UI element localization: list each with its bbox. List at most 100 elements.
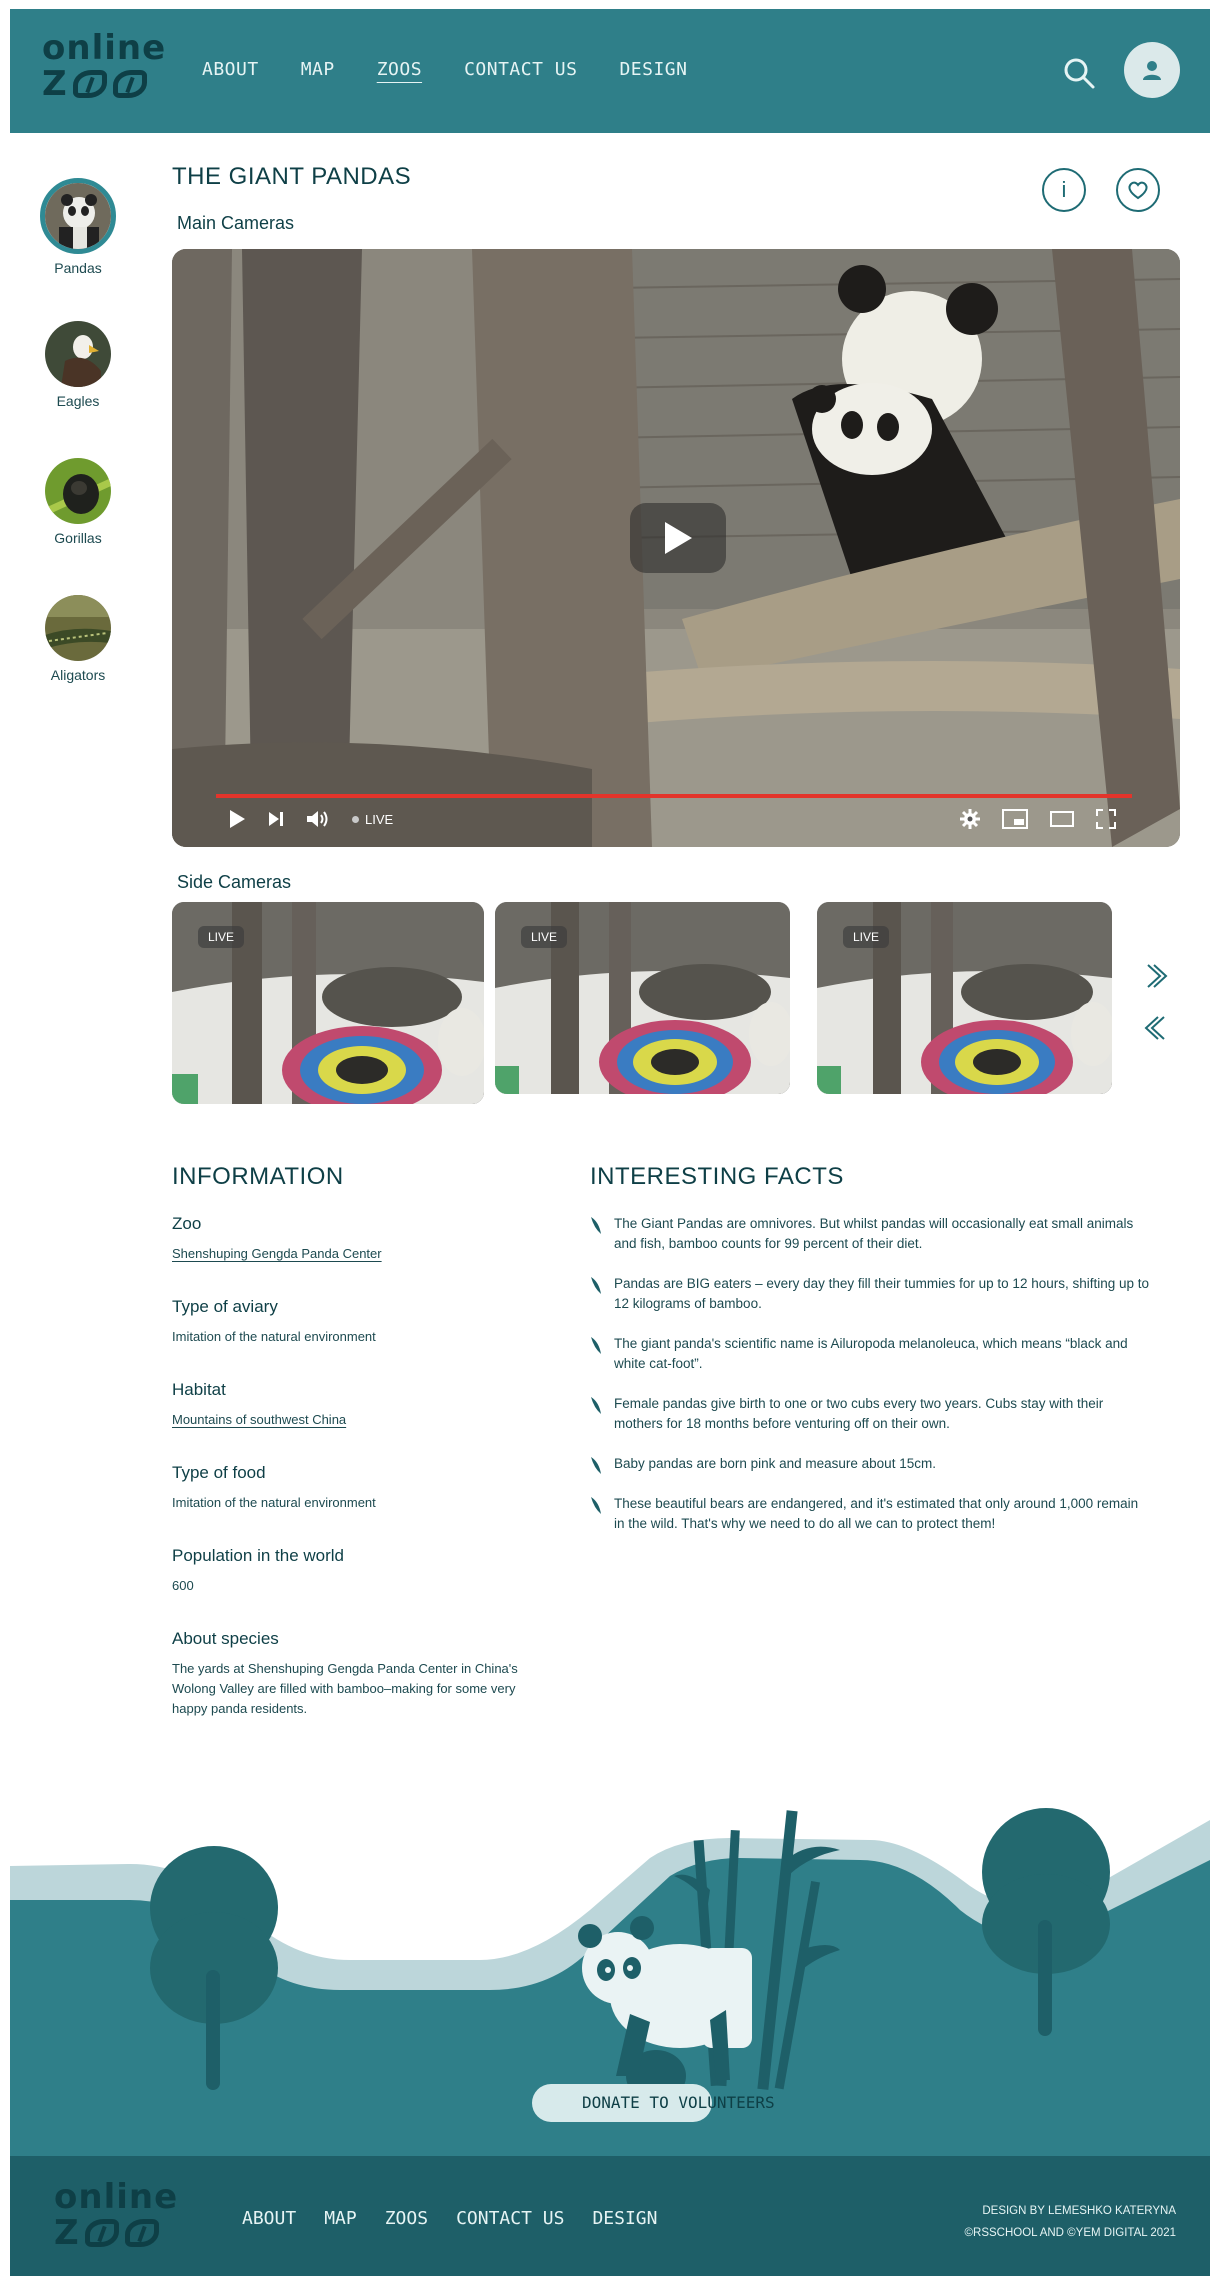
info-value: Imitation of the natural environment — [172, 1495, 376, 1510]
fact-item: Female pandas give birth to one or two c… — [590, 1394, 1150, 1434]
information-title: INFORMATION — [172, 1163, 344, 1190]
leaf-bullet-icon — [591, 1397, 601, 1414]
site-logo[interactable]: online Z — [42, 31, 166, 101]
pandas-thumbnail — [40, 178, 116, 254]
leaf-bullet-icon — [591, 1217, 601, 1234]
play-icon[interactable] — [228, 809, 246, 829]
fact-item: Baby pandas are born pink and measure ab… — [590, 1454, 1150, 1476]
copyright-text: ©RSSCHOOL AND ©YEM DIGITAL 2021 — [964, 2227, 1176, 2239]
nav-zoos[interactable]: ZOOS — [377, 59, 422, 80]
volume-icon[interactable] — [306, 809, 330, 829]
info-label: Type of aviary — [172, 1297, 278, 1316]
settings-gear-icon[interactable] — [960, 809, 980, 829]
double-chevron-right-icon — [1147, 964, 1168, 988]
fact-text: The giant panda's scientific name is Ail… — [614, 1336, 1128, 1371]
prev-camera-button[interactable] — [1142, 1014, 1170, 1042]
sidebar-item-label: Pandas — [54, 260, 102, 276]
miniplayer-icon[interactable] — [1002, 809, 1028, 829]
nav-map[interactable]: MAP — [301, 59, 335, 80]
logo-text-bottom: Z — [42, 64, 67, 104]
leaf-bullet-icon — [591, 1497, 601, 1514]
footer-nav-about[interactable]: ABOUT — [242, 2208, 296, 2229]
user-icon — [1143, 61, 1161, 80]
leaf-bullet-icon — [591, 1337, 601, 1354]
gorillas-thumbnail — [45, 458, 111, 524]
fact-item: Pandas are BIG eaters – every day they f… — [590, 1274, 1150, 1314]
footer-nav-map[interactable]: MAP — [324, 2208, 357, 2229]
sidebar-item-aligators[interactable]: Aligators — [30, 595, 126, 683]
fact-text: Pandas are BIG eaters – every day they f… — [614, 1276, 1150, 1311]
donate-label[interactable]: DONATE TO VOLUNTEERS — [582, 2093, 775, 2112]
fact-item: The Giant Pandas are omnivores. But whil… — [590, 1214, 1150, 1254]
aligators-thumbnail — [45, 595, 111, 661]
logo-text-bottom: Z — [54, 2213, 79, 2253]
play-icon — [665, 522, 692, 554]
side-cameras-label: Side Cameras — [177, 872, 292, 892]
play-button[interactable] — [630, 503, 726, 573]
info-label: Habitat — [172, 1380, 226, 1399]
leaf-icon — [112, 70, 147, 98]
info-value: 600 — [172, 1578, 194, 1593]
sidebar-item-pandas[interactable]: Pandas — [30, 178, 126, 276]
page-title: THE GIANT PANDAS — [172, 163, 412, 190]
leaf-bullet-icon — [591, 1457, 601, 1474]
design-credit: DESIGN BY LEMESHKO KATERYNA — [982, 2205, 1176, 2217]
info-value-link[interactable]: Mountains of southwest China — [172, 1410, 532, 1430]
footer-nav-design[interactable]: DESIGN — [592, 2208, 657, 2229]
sidebar-item-gorillas[interactable]: Gorillas — [30, 458, 126, 546]
footer-nav-zoos[interactable]: ZOOS — [385, 2208, 428, 2229]
sidebar-item-label: Gorillas — [54, 530, 102, 546]
site-footer: online Z ABOUT MAP ZOOS CONTACT US DESIG… — [10, 2156, 1210, 2276]
double-chevron-left-icon — [1144, 1016, 1165, 1040]
favorite-button[interactable] — [1116, 168, 1160, 212]
site-header: online Z ABOUT MAP ZOOS CONTACT US DESIG… — [10, 9, 1210, 133]
user-avatar-button[interactable] — [1124, 42, 1180, 98]
next-icon[interactable] — [268, 811, 284, 827]
leaf-icon — [124, 2219, 159, 2247]
info-zoo: Zoo Shenshuping Gengda Panda Center — [172, 1214, 532, 1264]
fact-item: These beautiful bears are endangered, an… — [590, 1494, 1150, 1534]
next-camera-button[interactable] — [1142, 962, 1170, 990]
search-icon[interactable] — [1062, 56, 1096, 90]
info-population: Population in the world 600 — [172, 1546, 532, 1596]
info-food: Type of food Imitation of the natural en… — [172, 1463, 532, 1513]
theater-mode-icon[interactable] — [1050, 811, 1074, 827]
fact-text: The Giant Pandas are omnivores. But whil… — [614, 1216, 1134, 1251]
info-value: Imitation of the natural environment — [172, 1329, 376, 1344]
info-label: About species — [172, 1629, 279, 1648]
main-camera-player[interactable]: LIVE — [172, 249, 1180, 847]
footer-logo[interactable]: online Z — [54, 2180, 178, 2250]
logo-text-top: online — [42, 28, 167, 68]
live-dot-icon — [352, 815, 359, 823]
side-camera-1[interactable]: LIVE — [172, 902, 484, 1104]
eagles-thumbnail — [45, 321, 111, 387]
info-icon: i — [1061, 177, 1067, 202]
fullscreen-icon[interactable] — [1096, 809, 1116, 829]
nav-about[interactable]: ABOUT — [202, 59, 259, 80]
info-habitat: Habitat Mountains of southwest China — [172, 1380, 532, 1430]
footer-credits: DESIGN BY LEMESHKO KATERYNA ©RSSCHOOL AN… — [965, 2200, 1176, 2244]
info-label: Type of food — [172, 1463, 266, 1482]
footer-nav-contact-us[interactable]: CONTACT US — [456, 2208, 564, 2229]
sidebar-item-label: Eagles — [56, 393, 100, 409]
main-cameras-label: Main Cameras — [177, 213, 295, 233]
fact-text: Female pandas give birth to one or two c… — [614, 1396, 1104, 1431]
video-controls-right — [960, 809, 1116, 829]
info-value-link[interactable]: Shenshuping Gengda Panda Center — [172, 1244, 532, 1264]
info-value: The yards at Shenshuping Gengda Panda Ce… — [172, 1661, 518, 1716]
sidebar-item-eagles[interactable]: Eagles — [30, 321, 126, 409]
sidebar-item-label: Aligators — [50, 667, 106, 683]
logo-text-top: online — [54, 2177, 179, 2217]
side-camera-3[interactable]: LIVE — [817, 902, 1112, 1094]
main-nav: ABOUT MAP ZOOS CONTACT US DESIGN — [202, 59, 687, 80]
video-controls: LIVE — [228, 809, 393, 829]
info-aviary: Type of aviary Imitation of the natural … — [172, 1297, 532, 1347]
info-button[interactable]: i — [1042, 168, 1086, 212]
fact-item: The giant panda's scientific name is Ail… — [590, 1334, 1150, 1374]
nav-design[interactable]: DESIGN — [619, 59, 687, 80]
footer-nav: ABOUT MAP ZOOS CONTACT US DESIGN — [242, 2208, 657, 2229]
side-camera-2[interactable]: LIVE — [495, 902, 790, 1094]
leaf-icon — [72, 70, 107, 98]
nav-contact-us[interactable]: CONTACT US — [464, 59, 577, 80]
video-progress-bar[interactable] — [216, 794, 1133, 798]
